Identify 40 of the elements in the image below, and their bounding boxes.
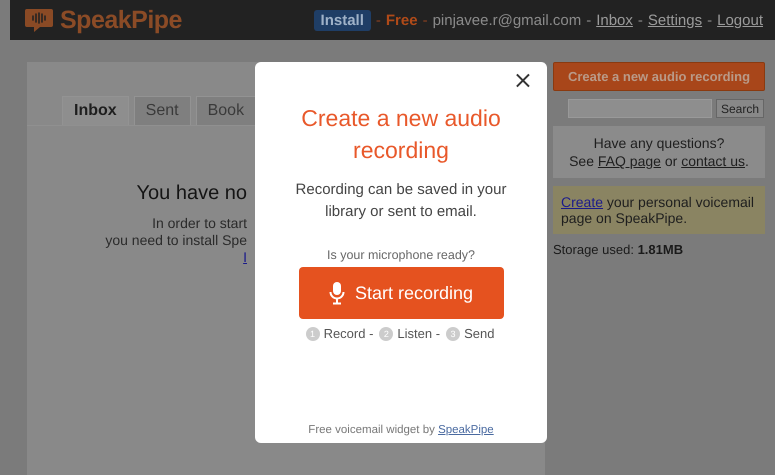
search-button[interactable]: Search [716,99,764,118]
header-link[interactable]: Inbox [596,12,633,28]
tab[interactable]: Book [196,96,256,125]
separator-text: - [376,12,381,28]
cut-off-link[interactable]: I [243,249,247,265]
separator-text: - [638,12,643,28]
microphone-icon [328,281,345,305]
start-recording-button[interactable]: Start recording [298,267,504,319]
empty-heading: You have no [136,182,247,205]
dialog-title: Create a new audio recording [300,104,502,165]
step-label: Record - [324,326,374,341]
plan-label: Free [386,12,418,28]
close-button[interactable]: × [508,68,537,92]
microphone-question: Is your microphone ready? [327,248,475,262]
search-field[interactable] [568,99,712,118]
dialog-description: Recording can be saved in your library or sent to email. [294,180,508,222]
account-email: pinjavee.r@gmail.com [432,12,582,28]
help-text: See FAQ page or contact us. [568,152,750,170]
step-label: Send [464,326,494,341]
separator-text: - [422,12,428,28]
install-badge[interactable]: Install [314,10,371,30]
header-link[interactable]: Logout [717,12,763,28]
separator-text: - [707,12,712,28]
header-link[interactable]: Settings [648,12,702,28]
empty-text: you need to install Spe [105,232,247,249]
help-question: Have any questions? [592,134,726,152]
storage-text: Storage used: 1.81MB [553,242,684,257]
logo-icon [24,7,54,33]
tab[interactable]: Inbox [62,96,129,125]
step-label: Listen - [397,326,440,341]
promo-text: Create your personal voicemail page on SpeakPipe. [561,194,754,226]
create-link[interactable]: Create [561,194,604,210]
contact-link[interactable]: contact us [681,153,746,169]
faq-link[interactable]: FAQ page [598,153,661,169]
empty-text: In order to start [152,215,247,232]
separator-text: - [586,12,592,28]
tab[interactable]: Sent [134,96,191,125]
footer-text: Free voicemail widget by [308,424,435,436]
footer-link[interactable]: SpeakPipe [438,424,494,436]
logo-text: SpeakPipe [60,6,182,34]
